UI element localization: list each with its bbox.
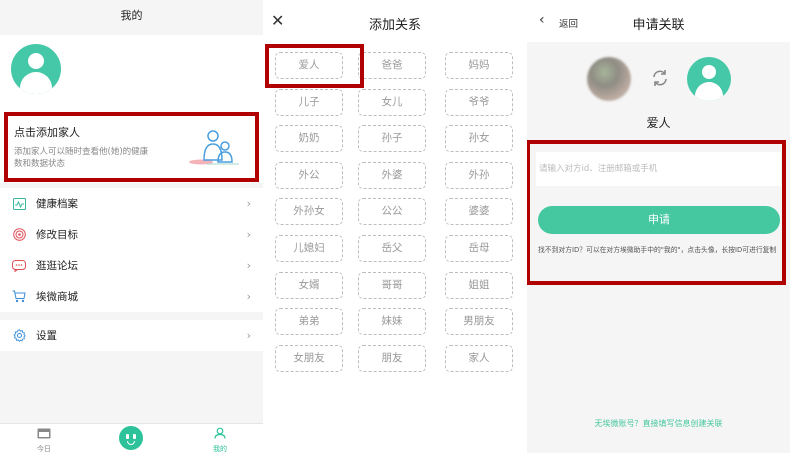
avatar[interactable] bbox=[11, 44, 61, 94]
tab-label: 今日 bbox=[37, 445, 51, 453]
apply-form: 请输入对方id、注册邮箱或手机 申请 找不到对方ID？可以在对方埃微助手中的"我… bbox=[527, 140, 786, 285]
relation-option[interactable]: 岳母 bbox=[445, 235, 513, 262]
tab-today[interactable]: 今日 bbox=[14, 424, 74, 453]
relation-option[interactable]: 姐姐 bbox=[445, 271, 513, 299]
relation-option[interactable]: 爸爸 bbox=[358, 52, 426, 79]
selected-relation-highlight bbox=[265, 44, 364, 88]
add-family-desc: 添加家人可以随时查看他(她)的健康数和数据状态 bbox=[14, 147, 149, 169]
page-title: 我的 bbox=[0, 0, 263, 32]
menu-label: 逛逛论坛 bbox=[36, 260, 78, 272]
apply-button[interactable]: 申请 bbox=[538, 206, 780, 234]
relation-option[interactable]: 哥哥 bbox=[358, 271, 426, 299]
relation-option[interactable]: 公公 bbox=[358, 198, 426, 226]
menu-group-main: 健康档案 › 修改目标 › 逛逛论坛 › 埃微商城 › bbox=[0, 188, 263, 312]
relation-option[interactable]: 外公 bbox=[275, 161, 343, 189]
relation-option[interactable]: 女朋友 bbox=[275, 344, 343, 372]
tab-label: 我的 bbox=[213, 445, 227, 453]
gear-icon bbox=[12, 329, 26, 343]
relation-option[interactable]: 婆婆 bbox=[445, 198, 513, 226]
relation-option[interactable]: 妹妹 bbox=[358, 308, 426, 336]
page-title: 申请关联 bbox=[632, 18, 685, 33]
relation-option[interactable]: 妈妈 bbox=[445, 52, 513, 79]
relation-option[interactable]: 奶奶 bbox=[275, 125, 343, 153]
menu-item-settings[interactable]: 设置 › bbox=[0, 320, 263, 351]
chevron-right-icon: › bbox=[246, 329, 251, 342]
chevron-right-icon: › bbox=[246, 228, 251, 241]
center-device-button[interactable] bbox=[119, 426, 143, 450]
relation-option[interactable]: 女婿 bbox=[275, 271, 343, 299]
relation-option[interactable]: 爷爷 bbox=[445, 88, 513, 116]
add-family-title: 点击添加家人 bbox=[14, 126, 80, 139]
header: ‹ 返回 申请关联 bbox=[527, 0, 790, 42]
apply-link-panel: ‹ 返回 申请关联 爱人 请输入对方id、注册邮箱或手机 申请 找不到对方ID？… bbox=[527, 0, 790, 453]
relation-option[interactable]: 孙女 bbox=[445, 125, 513, 153]
tab-mine[interactable]: 我的 bbox=[190, 424, 250, 453]
user-icon bbox=[214, 427, 226, 439]
menu-item-forum[interactable]: 逛逛论坛 › bbox=[0, 250, 263, 281]
target-icon bbox=[12, 228, 26, 242]
relation-option[interactable]: 儿媳妇 bbox=[275, 235, 343, 262]
chevron-right-icon: › bbox=[246, 290, 251, 303]
add-family-card[interactable]: 点击添加家人 添加家人可以随时查看他(她)的健康数和数据状态 bbox=[4, 112, 259, 182]
health-record-icon bbox=[12, 197, 26, 211]
menu-label: 修改目标 bbox=[36, 229, 78, 241]
relation-option[interactable]: 孙子 bbox=[358, 125, 426, 153]
header: ✕ 添加关系 bbox=[263, 0, 527, 42]
create-link-without-account[interactable]: 无埃微账号？直接填写信息创建关联 bbox=[527, 418, 790, 429]
relation-option[interactable]: 弟弟 bbox=[275, 308, 343, 336]
other-user-avatar bbox=[587, 57, 631, 101]
menu-label: 健康档案 bbox=[36, 198, 78, 210]
bottom-tab-bar: 今日 我的 bbox=[0, 423, 263, 453]
relation-option[interactable]: 外孙 bbox=[445, 161, 513, 189]
relation-option[interactable]: 家人 bbox=[445, 344, 513, 372]
relation-option[interactable]: 外孙女 bbox=[275, 198, 343, 226]
relation-option[interactable]: 儿子 bbox=[275, 88, 343, 116]
relation-option[interactable]: 男朋友 bbox=[445, 308, 513, 336]
relation-option[interactable]: 女儿 bbox=[358, 88, 426, 116]
cart-icon bbox=[12, 290, 26, 304]
my-avatar bbox=[687, 57, 731, 101]
menu-group-settings: 设置 › bbox=[0, 320, 263, 351]
chevron-right-icon: › bbox=[246, 197, 251, 210]
hint-text: 找不到对方ID？可以在对方埃微助手中的"我的"，点击头像，长按ID可进行复制 bbox=[538, 246, 777, 254]
my-page-panel: 我的 点击添加家人 添加家人可以随时查看他(她)的健康数和数据状态 健康档案 › bbox=[0, 0, 263, 453]
chevron-right-icon: › bbox=[246, 259, 251, 272]
page-title: 添加关系 bbox=[368, 18, 421, 33]
add-relation-panel: ✕ 添加关系 爱人 爸爸 妈妈 儿子 女儿 爷爷 奶奶 孙子 孙女 外公 外婆 外孙 外孙女 公公 婆婆 儿媳… bbox=[263, 0, 527, 453]
relation-option[interactable]: 外婆 bbox=[358, 161, 426, 189]
account-input[interactable]: 请输入对方id、注册邮箱或手机 bbox=[536, 152, 781, 186]
menu-label: 设置 bbox=[36, 330, 57, 342]
relation-label: 爱人 bbox=[646, 116, 671, 130]
menu-item-mall[interactable]: 埃微商城 › bbox=[0, 281, 263, 312]
menu-label: 埃微商城 bbox=[36, 291, 78, 303]
forum-icon bbox=[12, 259, 26, 273]
relation-option[interactable]: 岳父 bbox=[358, 235, 426, 262]
menu-item-target[interactable]: 修改目标 › bbox=[0, 219, 263, 250]
menu-item-health-record[interactable]: 健康档案 › bbox=[0, 188, 263, 219]
relation-option[interactable]: 朋友 bbox=[358, 344, 426, 372]
swap-icon bbox=[653, 70, 667, 86]
family-illustration-icon bbox=[189, 130, 239, 165]
calendar-icon bbox=[37, 428, 51, 439]
